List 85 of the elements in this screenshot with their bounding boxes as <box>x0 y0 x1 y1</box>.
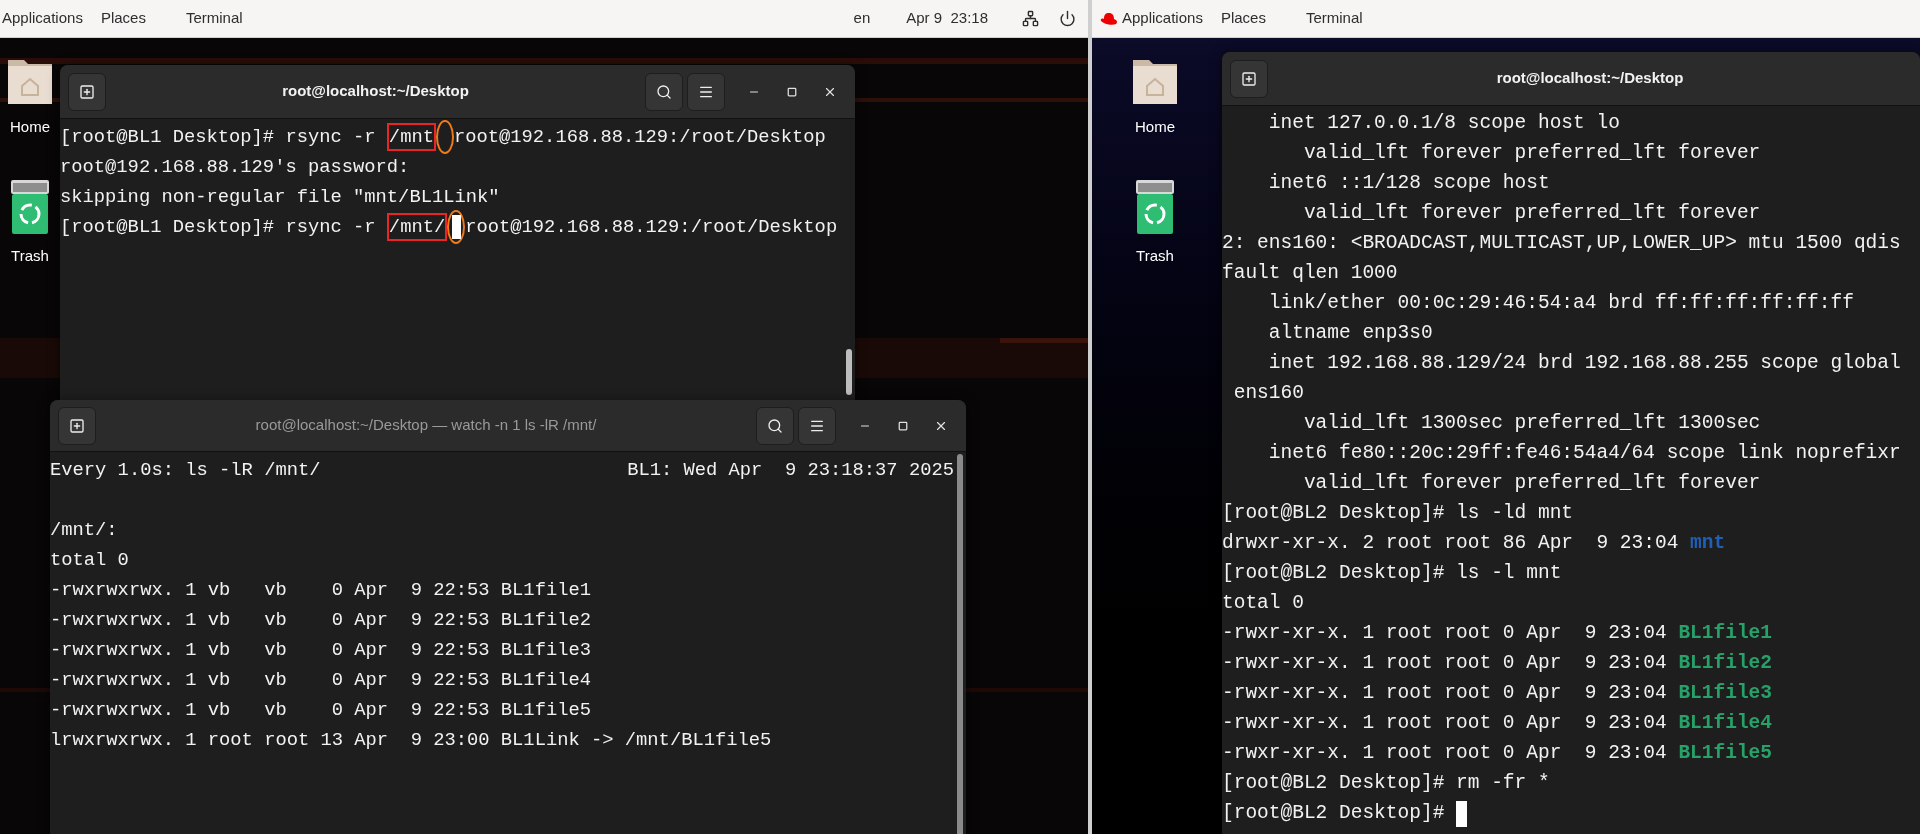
terminal-text: lrwxrwxrwx. 1 root root 13 Apr 9 23:00 BL1Link -> /mnt/BL1file5 <box>50 727 772 753</box>
menu-item[interactable]: Applications <box>2 7 83 30</box>
menu-item[interactable]: Applications <box>1122 7 1203 30</box>
window-title: root@localhost:~/Desktop <box>1495 68 1685 89</box>
terminal-text: Every 1.0s: ls -lR /mnt/ <box>50 457 321 483</box>
terminal-text: root@192.168.88.129:/root/Desktop <box>453 124 826 150</box>
executable-name: BL1file2 <box>1678 651 1772 677</box>
search-icon <box>767 417 783 434</box>
terminal-text: total 0 <box>1222 591 1304 617</box>
terminal-text: [root@BL2 Desktop]# ls -l mnt <box>1222 561 1562 587</box>
new-tab-button[interactable] <box>68 72 106 111</box>
menu-item[interactable]: Terminal <box>1305 7 1363 30</box>
desktop-icon-label[interactable]: Home <box>10 116 50 139</box>
terminal-text: valid_lft forever preferred_lft forever <box>1302 141 1761 167</box>
executable-name: BL1file3 <box>1678 681 1772 707</box>
terminal-text: BL1: Wed Apr 9 23:18:37 2025 <box>627 457 954 483</box>
terminal-text: -rwxr-xr-x. 1 root root 0 Apr 9 23:04 <box>1222 741 1668 767</box>
maximize-icon <box>898 420 908 431</box>
hat-logo-icon[interactable] <box>1100 11 1118 26</box>
search-button[interactable] <box>645 72 683 111</box>
search-icon <box>656 83 672 100</box>
terminal-text: -rwxr-xr-x. 1 root root 0 Apr 9 23:04 <box>1222 621 1668 647</box>
terminal-text: ens160 <box>1232 381 1304 407</box>
terminal-text: inet 127.0.0.1/8 scope host lo <box>1267 111 1620 137</box>
terminal-text: -rwxrwxrwx. 1 vb vb 0 Apr 9 22:53 BL1file4 <box>50 667 591 693</box>
desktop-icon-label[interactable]: Trash <box>11 244 49 267</box>
menu-button[interactable] <box>687 72 725 111</box>
terminal-text: [root@BL2 Desktop]# ls -ld mnt <box>1222 501 1574 527</box>
directory-name: mnt <box>1690 531 1726 557</box>
new-tab-button[interactable] <box>58 406 96 445</box>
terminal-text: skipping non-regular file "mnt/BL1Link" <box>60 184 500 210</box>
terminal-text: [root@BL2 Desktop]# <box>1222 801 1446 827</box>
terminal-text: altname enp3s0 <box>1267 321 1433 347</box>
new-tab-button[interactable] <box>1230 59 1268 98</box>
terminal-text: valid_lft forever preferred_lft forever <box>1302 201 1761 227</box>
window-title: root@localhost:~/Desktop — watch -n 1 ls -lR /mnt/ <box>254 415 598 436</box>
terminal-text: inet6 fe80::20c:29ff:fe46:54a4/64 scope link noprefixr <box>1267 441 1901 467</box>
executable-name: BL1file5 <box>1678 741 1772 767</box>
new-tab-icon <box>79 83 95 100</box>
scrollbar-thumb[interactable] <box>846 349 852 395</box>
terminal-text: total 0 <box>50 547 129 573</box>
menu-item[interactable]: Places <box>100 7 146 30</box>
language-indicator[interactable]: en <box>853 7 871 30</box>
new-tab-icon <box>1241 70 1257 87</box>
search-button[interactable] <box>756 406 794 445</box>
terminal-text: root@192.168.88.129's password: <box>60 154 410 180</box>
terminal-text: -rwxr-xr-x. 1 root root 0 Apr 9 23:04 <box>1222 681 1668 707</box>
terminal-text: -rwxrwxrwx. 1 vb vb 0 Apr 9 22:53 BL1file2 <box>50 607 591 633</box>
terminal-text: [root@BL1 Desktop]# rsync -r <box>60 124 377 150</box>
terminal-text: inet 192.168.88.129/24 brd 192.168.88.255 scope global <box>1267 351 1901 377</box>
window-title: root@localhost:~/Desktop <box>281 81 470 102</box>
executable-name: BL1file1 <box>1678 621 1772 647</box>
terminal-text: valid_lft 1300sec preferred_lft 1300sec <box>1302 411 1761 437</box>
terminal-text: -rwxrwxrwx. 1 vb vb 0 Apr 9 22:53 BL1file1 <box>50 577 591 603</box>
terminal-text: inet6 ::1/128 scope host <box>1267 171 1550 197</box>
terminal-text: root@192.168.88.129:/root/Desktop <box>465 214 838 240</box>
power-icon[interactable] <box>1059 10 1076 27</box>
terminal-text: drwxr-xr-x. 2 root root 86 Apr 9 23:04 <box>1222 531 1680 557</box>
trash-icon[interactable] <box>1135 178 1175 235</box>
desktop-icon-label[interactable]: Home <box>1135 116 1175 139</box>
trash-icon[interactable] <box>10 178 50 235</box>
clock[interactable]: Apr 9 23:18 <box>906 7 988 30</box>
maximize-icon <box>787 86 797 97</box>
scrollbar-thumb[interactable] <box>957 454 963 834</box>
terminal-text: -rwxr-xr-x. 1 root root 0 Apr 9 23:04 <box>1222 651 1668 677</box>
terminal-text: [root@BL2 Desktop]# rm -fr * <box>1222 771 1550 797</box>
terminal-text: /mnt/: <box>50 517 118 543</box>
terminal-text: valid_lft forever preferred_lft forever <box>1302 471 1761 497</box>
highlight-box: /mnt/ <box>386 213 448 241</box>
terminal-text: -rwxrwxrwx. 1 vb vb 0 Apr 9 22:53 BL1file5 <box>50 697 591 723</box>
network-icon[interactable] <box>1022 10 1039 27</box>
terminal-text: 2: ens160: <BROADCAST,MULTICAST,UP,LOWER_UP> mtu 1500 qdis <box>1222 231 1901 257</box>
highlight-box: /mnt <box>386 123 436 151</box>
terminal-text: [root@BL1 Desktop]# rsync -r <box>60 214 377 240</box>
terminal-text: -rwxrwxrwx. 1 vb vb 0 Apr 9 22:53 BL1file3 <box>50 637 591 663</box>
terminal-text: link/ether 00:0c:29:46:54:a4 brd ff:ff:ff:ff:ff:ff <box>1267 291 1854 317</box>
new-tab-icon <box>69 417 85 434</box>
desktop-icon-label[interactable]: Trash <box>1136 244 1174 267</box>
menu-item[interactable]: Places <box>1220 7 1266 30</box>
text-cursor <box>1456 801 1468 827</box>
terminal-text: -rwxr-xr-x. 1 root root 0 Apr 9 23:04 <box>1222 711 1668 737</box>
terminal-text: fault qlen 1000 <box>1222 261 1398 287</box>
menu-button[interactable] <box>798 406 836 445</box>
menu-item[interactable]: Terminal <box>185 7 243 30</box>
executable-name: BL1file4 <box>1678 711 1772 737</box>
